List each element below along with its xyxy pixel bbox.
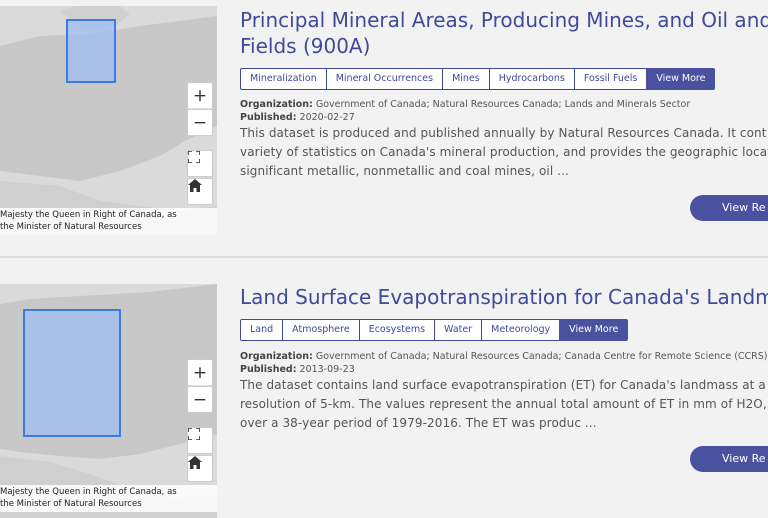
result-description: The dataset contains land surface evapot… — [240, 376, 768, 433]
attribution-line: Majesty the Queen in Right of Canada, as — [0, 210, 177, 220]
result-card-2: + − Majesty the Queen in Right of Canada… — [0, 262, 768, 518]
description-line: significant metallic, nonmetallic and co… — [240, 164, 569, 178]
description-line: This dataset is produced and published a… — [240, 126, 767, 140]
tag-atmosphere[interactable]: Atmosphere — [282, 319, 360, 341]
organization-label: Organization: — [240, 351, 313, 362]
map-canvas — [0, 6, 217, 234]
description-line: variety of statistics on Canada's minera… — [240, 145, 768, 159]
view-record-button[interactable]: View Re — [690, 195, 768, 221]
tag-mineralization[interactable]: Mineralization — [240, 68, 327, 90]
view-more-tags-button[interactable]: View More — [559, 319, 629, 341]
title-line: Land Surface Evapotranspiration for Cana… — [240, 285, 768, 309]
tag-water[interactable]: Water — [434, 319, 483, 341]
organization-value: Government of Canada; Natural Resources … — [315, 99, 691, 110]
result-title[interactable]: Principal Mineral Areas, Producing Mines… — [240, 7, 768, 59]
view-record-button[interactable]: View Re — [690, 446, 768, 472]
published-value: 2020-02-27 — [299, 112, 355, 123]
map-attribution: Majesty the Queen in Right of Canada, as… — [0, 485, 217, 512]
attribution-line: Majesty the Queen in Right of Canada, as — [0, 487, 177, 497]
published-value: 2013-09-23 — [299, 364, 355, 375]
tag-mines[interactable]: Mines — [442, 68, 490, 90]
published-line: Published: 2020-02-27 — [240, 111, 355, 124]
description-line: resolution of 5-km. The values represent… — [240, 397, 767, 411]
view-more-tags-button[interactable]: View More — [646, 68, 716, 90]
organization-label: Organization: — [240, 99, 313, 110]
home-icon — [188, 179, 202, 192]
organization-line: Organization: Government of Canada; Natu… — [240, 98, 690, 111]
tag-hydrocarbons[interactable]: Hydrocarbons — [488, 68, 575, 90]
fullscreen-button[interactable] — [187, 150, 213, 177]
dataset-extent — [66, 19, 116, 83]
fullscreen-icon — [188, 151, 200, 163]
map-canvas — [0, 284, 217, 518]
tag-mineral-occurrences[interactable]: Mineral Occurrences — [325, 68, 444, 90]
home-icon — [188, 456, 202, 469]
tag-meteorology[interactable]: Meteorology — [481, 319, 561, 341]
title-line: Principal Mineral Areas, Producing Mines… — [240, 8, 768, 32]
map-preview[interactable]: + − Majesty the Queen in Right of Canada… — [0, 6, 217, 234]
keyword-tags: Mineralization Mineral Occurrences Mines… — [240, 68, 716, 90]
result-title[interactable]: Land Surface Evapotranspiration for Cana… — [240, 284, 768, 310]
keyword-tags: Land Atmosphere Ecosystems Water Meteoro… — [240, 319, 629, 341]
tag-ecosystems[interactable]: Ecosystems — [358, 319, 436, 341]
attribution-line: the Minister of Natural Resources — [0, 222, 142, 232]
published-label: Published: — [240, 364, 297, 375]
fullscreen-icon — [188, 428, 200, 440]
zoom-out-button[interactable]: − — [187, 109, 213, 136]
organization-value: Government of Canada; Natural Resources … — [315, 351, 768, 362]
tag-land[interactable]: Land — [240, 319, 284, 341]
attribution-line: the Minister of Natural Resources — [0, 499, 142, 509]
result-card-1: + − Majesty the Queen in Right of Canada… — [0, 0, 768, 256]
map-attribution: Majesty the Queen in Right of Canada, as… — [0, 208, 217, 234]
map-preview[interactable]: + − Majesty the Queen in Right of Canada… — [0, 284, 217, 518]
zoom-in-button[interactable]: + — [187, 359, 213, 386]
zoom-in-button[interactable]: + — [187, 82, 213, 109]
result-description: This dataset is produced and published a… — [240, 124, 768, 181]
home-button[interactable] — [187, 178, 213, 205]
description-line: The dataset contains land surface evapot… — [240, 378, 768, 392]
title-line: Fields (900A) — [240, 34, 371, 58]
organization-line: Organization: Government of Canada; Natu… — [240, 350, 768, 363]
fullscreen-button[interactable] — [187, 427, 213, 454]
published-line: Published: 2013-09-23 — [240, 363, 355, 376]
result-divider — [0, 256, 768, 258]
home-button[interactable] — [187, 455, 213, 482]
zoom-out-button[interactable]: − — [187, 386, 213, 413]
dataset-extent — [23, 309, 121, 437]
published-label: Published: — [240, 112, 297, 123]
description-line: over a 38-year period of 1979-2016. The … — [240, 416, 597, 430]
tag-fossil-fuels[interactable]: Fossil Fuels — [573, 68, 648, 90]
